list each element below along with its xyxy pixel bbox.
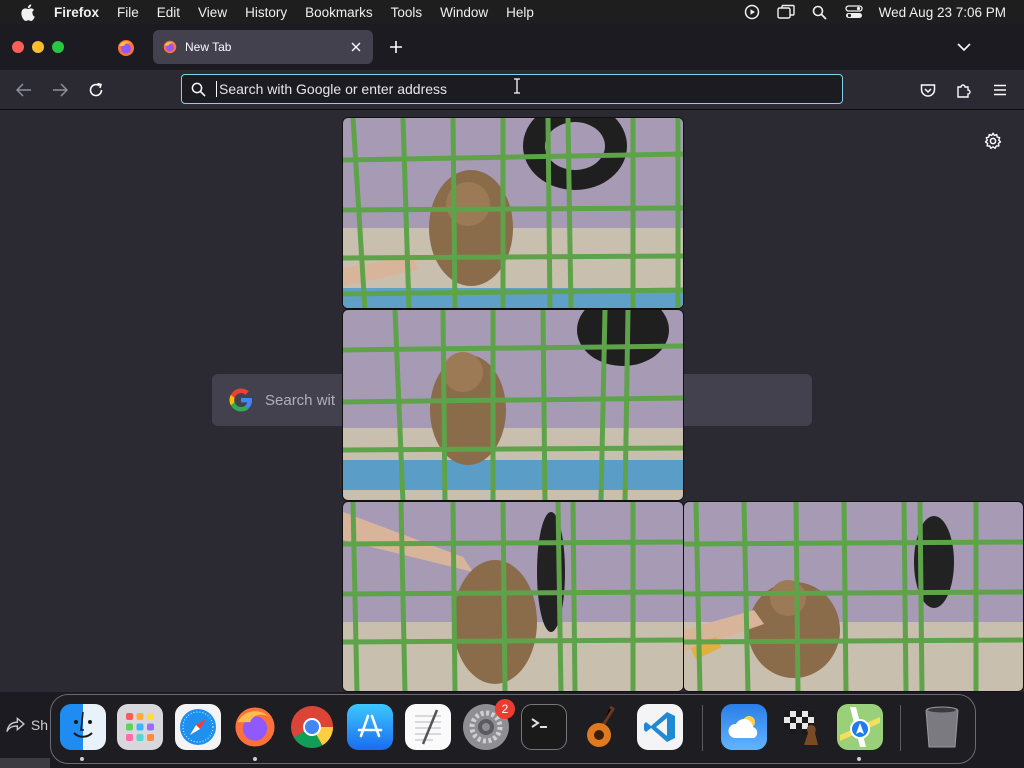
list-all-tabs-button[interactable]	[952, 35, 976, 59]
share-button[interactable]: Sh	[0, 705, 48, 745]
navigation-toolbar	[0, 70, 1024, 110]
menu-view[interactable]: View	[189, 5, 236, 20]
dock-finder[interactable]	[60, 704, 106, 750]
dock-weather[interactable]	[721, 704, 767, 750]
firefox-icon	[118, 40, 134, 56]
reload-icon	[89, 82, 103, 97]
finder-icon	[73, 711, 93, 738]
cloud-sun-icon	[728, 716, 758, 738]
chevron-down-icon	[957, 43, 971, 52]
gear-icon	[984, 132, 1002, 149]
video-thumbnail[interactable]	[342, 117, 684, 309]
forward-button[interactable]	[48, 78, 72, 102]
dock-maps[interactable]	[837, 704, 883, 750]
customize-button[interactable]	[982, 130, 1004, 152]
dock-safari[interactable]	[175, 704, 221, 750]
plus-icon	[390, 41, 402, 53]
arrow-right-icon	[53, 83, 68, 97]
menu-app-firefox[interactable]: Firefox	[45, 5, 108, 20]
guitar-icon	[587, 705, 616, 747]
google-logo-icon	[229, 388, 252, 412]
app-store-icon	[357, 714, 383, 738]
menu-help[interactable]: Help	[497, 5, 543, 20]
screen-record-icon[interactable]	[741, 3, 763, 21]
dock-firefox[interactable]	[232, 704, 278, 750]
terminal-prompt-icon	[531, 718, 547, 728]
dock-vscode[interactable]	[637, 704, 683, 750]
video-thumbnail[interactable]	[342, 501, 684, 692]
safari-compass-icon	[180, 709, 216, 745]
hamburger-menu-icon	[994, 84, 1006, 96]
maps-icon	[840, 707, 880, 747]
reload-button[interactable]	[84, 78, 108, 102]
running-indicator	[253, 757, 257, 761]
firefox-icon	[235, 707, 275, 747]
window-minimize-button[interactable]	[32, 41, 44, 53]
app-menu-button[interactable]	[988, 78, 1012, 102]
control-center-icon[interactable]	[843, 3, 865, 21]
window-zoom-button[interactable]	[52, 41, 64, 53]
launchpad-grid-icon	[126, 713, 154, 741]
chess-icon	[784, 711, 818, 745]
menu-tools[interactable]: Tools	[382, 5, 432, 20]
window-close-button[interactable]	[12, 41, 24, 53]
chrome-icon	[291, 706, 333, 749]
menu-bookmarks[interactable]: Bookmarks	[296, 5, 382, 20]
window-edge	[0, 758, 50, 768]
menu-history[interactable]: History	[236, 5, 296, 20]
video-thumbnail[interactable]	[683, 501, 1024, 692]
tab-title: New Tab	[185, 40, 232, 54]
dock-separator	[900, 705, 901, 751]
tab-close-icon[interactable]	[348, 39, 364, 55]
apple-menu-icon[interactable]	[17, 2, 37, 22]
dock-separator	[702, 705, 703, 751]
running-indicator	[80, 757, 84, 761]
dock-terminal[interactable]	[521, 704, 567, 750]
pinned-tab-firefox[interactable]	[112, 34, 140, 62]
puzzle-piece-icon	[957, 84, 971, 98]
tab-new-tab[interactable]: New Tab	[153, 30, 373, 64]
pocket-button[interactable]	[916, 78, 940, 102]
share-arrow-icon	[6, 717, 25, 732]
menu-bar: Firefox File Edit View History Bookmarks…	[0, 0, 1024, 24]
dock-textedit[interactable]	[405, 704, 451, 750]
running-indicator	[857, 757, 861, 761]
dock-garageband[interactable]	[579, 704, 625, 750]
video-thumbnail[interactable]	[342, 309, 684, 501]
new-tab-button[interactable]	[384, 35, 408, 59]
menu-window[interactable]: Window	[431, 5, 497, 20]
tab-strip: New Tab	[0, 24, 1024, 70]
notification-badge: 2	[495, 699, 515, 719]
dock-chess[interactable]	[779, 704, 825, 750]
ibeam-cursor-icon	[514, 78, 520, 94]
pocket-icon	[920, 83, 936, 97]
spotlight-icon[interactable]	[809, 3, 831, 21]
back-button[interactable]	[12, 78, 36, 102]
screen-mirroring-icon[interactable]	[775, 3, 797, 21]
google-search-placeholder: Search wit	[265, 391, 336, 409]
address-bar[interactable]	[181, 74, 843, 104]
dock-chrome[interactable]	[289, 704, 335, 750]
firefox-icon	[163, 40, 177, 54]
address-input[interactable]	[219, 77, 842, 101]
dock-launchpad[interactable]	[117, 704, 163, 750]
menu-file[interactable]: File	[108, 5, 148, 20]
text-caret	[216, 81, 217, 97]
menu-edit[interactable]: Edit	[148, 5, 189, 20]
extensions-button[interactable]	[952, 78, 976, 102]
search-icon	[191, 81, 207, 97]
dock-app-store[interactable]	[347, 704, 393, 750]
share-label: Sh	[30, 717, 48, 733]
vscode-icon	[644, 712, 675, 742]
arrow-left-icon	[16, 83, 31, 97]
trash-icon	[925, 706, 959, 748]
dock-trash[interactable]	[919, 704, 965, 750]
menubar-clock[interactable]: Wed Aug 23 7:06 PM	[879, 5, 1006, 20]
textedit-icon	[415, 709, 441, 745]
